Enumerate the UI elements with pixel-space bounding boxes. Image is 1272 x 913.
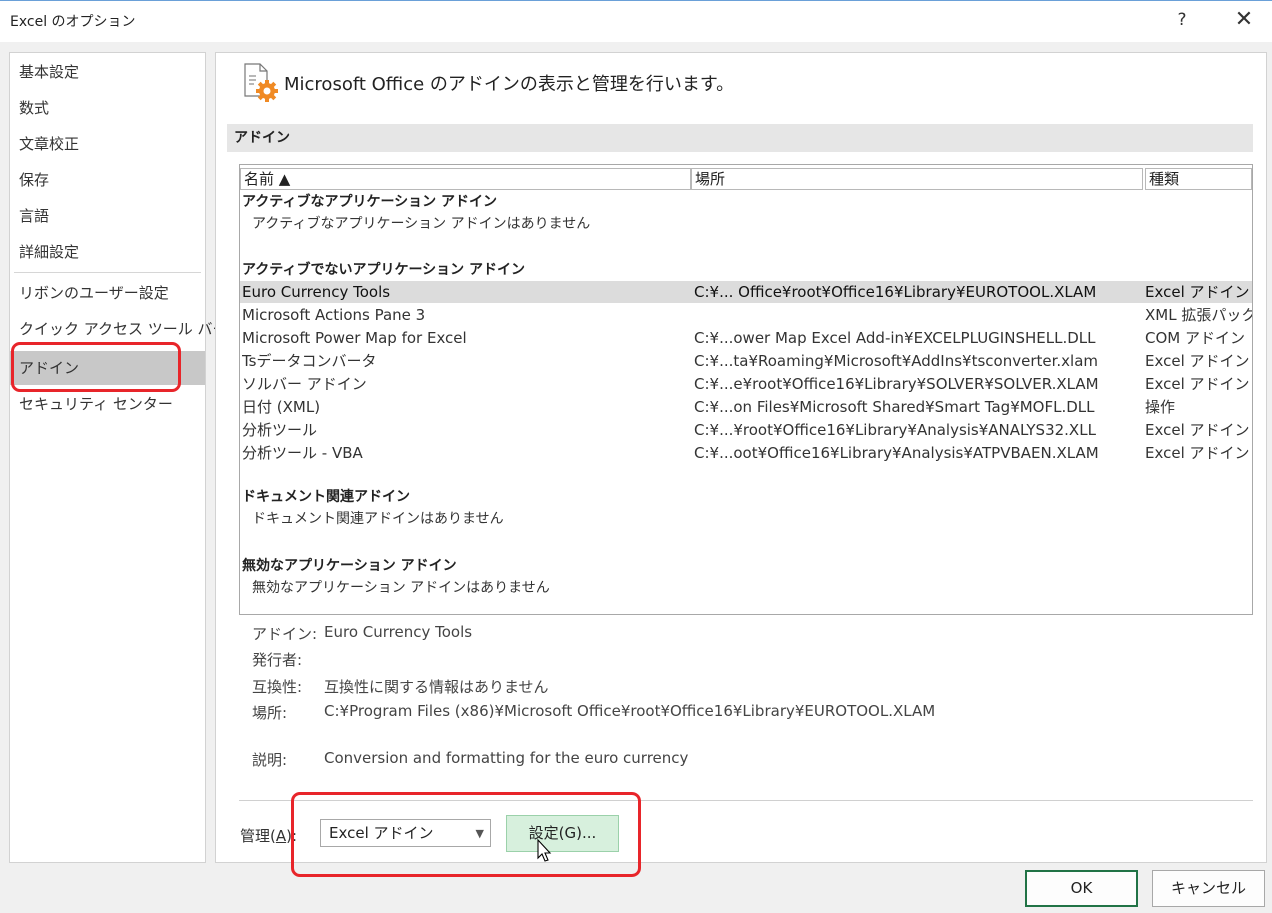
sidebar-item-general[interactable]: 基本設定	[10, 55, 205, 89]
manage-label: 管理(A):	[240, 825, 297, 846]
group-heading-disabled: 無効なアプリケーション アドイン	[242, 558, 457, 574]
go-settings-button[interactable]: 設定(G)...	[506, 815, 619, 852]
row-name: Tsデータコンバータ	[242, 352, 377, 370]
addins-list[interactable]: 名前 ▲ 場所 種類 アクティブなアプリケーション アドイン アクティブなアプリ…	[239, 164, 1253, 615]
table-row[interactable]: 日付 (XML) C:¥...on Files¥Microsoft Shared…	[240, 396, 1252, 418]
row-location: C:¥... Office¥root¥Office16¥Library¥EURO…	[694, 283, 1097, 301]
row-location: C:¥...ta¥Roaming¥Microsoft¥AddIns¥tsconv…	[694, 352, 1099, 370]
row-type: Excel アドイン	[1145, 283, 1250, 301]
column-header-location[interactable]: 場所	[691, 168, 1143, 190]
table-row[interactable]: 分析ツール - VBA C:¥...oot¥Office16¥Library¥A…	[240, 442, 1252, 464]
sidebar-item-advanced[interactable]: 詳細設定	[10, 235, 205, 269]
row-type: Excel アドイン	[1145, 444, 1250, 462]
row-name: ソルバー アドイン	[242, 375, 367, 393]
sidebar-item-formulas[interactable]: 数式	[10, 91, 205, 125]
row-name: Microsoft Actions Pane 3	[242, 306, 426, 324]
group-heading-active: アクティブなアプリケーション アドイン	[242, 194, 498, 210]
detail-description-label: 説明:	[252, 751, 288, 769]
cancel-button[interactable]: キャンセル	[1152, 870, 1265, 907]
row-location: C:¥...ower Map Excel Add-in¥EXCELPLUGINS…	[694, 329, 1096, 347]
detail-publisher-label: 発行者:	[252, 651, 303, 669]
addin-settings-icon	[244, 63, 278, 102]
ok-button[interactable]: OK	[1025, 870, 1138, 907]
row-type: Excel アドイン	[1145, 375, 1250, 393]
detail-description-value: Conversion and formatting for the euro c…	[324, 749, 689, 767]
row-name: Microsoft Power Map for Excel	[242, 329, 467, 347]
manage-select-value: Excel アドイン	[329, 824, 434, 842]
detail-location-value: C:¥Program Files (x86)¥Microsoft Office¥…	[324, 702, 936, 720]
group-heading-inactive: アクティブでないアプリケーション アドイン	[242, 262, 526, 278]
table-row[interactable]: Microsoft Actions Pane 3 XML 拡張パック	[240, 304, 1252, 326]
detail-addin-label: アドイン:	[252, 625, 318, 643]
row-type: XML 拡張パック	[1145, 306, 1252, 324]
section-title-addins: アドイン	[227, 124, 1253, 152]
manage-divider	[239, 800, 1253, 801]
manage-label-accesskey: A	[275, 827, 287, 845]
row-type: 操作	[1145, 398, 1176, 416]
manage-label-prefix: 管理(	[240, 827, 276, 845]
page-heading: Microsoft Office のアドインの表示と管理を行います。	[284, 74, 735, 95]
chevron-down-icon: ▼	[475, 827, 484, 840]
table-row[interactable]: ソルバー アドイン C:¥...e¥root¥Office16¥Library¥…	[240, 373, 1252, 395]
column-header-type[interactable]: 種類	[1145, 168, 1252, 190]
row-type: Excel アドイン	[1145, 421, 1250, 439]
detail-addin-value: Euro Currency Tools	[324, 623, 473, 641]
sidebar-item-quick-access-toolbar[interactable]: クイック アクセス ツール バー	[10, 312, 228, 346]
title-bar: Excel のオプション ? ✕	[0, 0, 1272, 42]
group-heading-document: ドキュメント関連アドイン	[242, 489, 410, 505]
close-button[interactable]: ✕	[1232, 7, 1256, 33]
row-name: Euro Currency Tools	[242, 283, 391, 301]
table-row[interactable]: 分析ツール C:¥...¥root¥Office16¥Library¥Analy…	[240, 419, 1252, 441]
sidebar-item-trust-center[interactable]: セキュリティ センター	[10, 387, 205, 421]
detail-location-label: 場所:	[252, 704, 288, 722]
manage-select[interactable]: Excel アドイン ▼	[320, 819, 491, 847]
row-location: C:¥...e¥root¥Office16¥Library¥SOLVER¥SOL…	[694, 375, 1099, 393]
row-location: C:¥...on Files¥Microsoft Shared¥Smart Ta…	[694, 398, 1095, 416]
group-empty-document: ドキュメント関連アドインはありません	[252, 511, 504, 527]
table-row[interactable]: Tsデータコンバータ C:¥...ta¥Roaming¥Microsoft¥Ad…	[240, 350, 1252, 372]
options-sidebar: 基本設定 数式 文章校正 保存 言語 詳細設定 リボンのユーザー設定 クイック …	[9, 52, 228, 863]
row-name: 分析ツール - VBA	[242, 444, 363, 462]
table-row[interactable]: Euro Currency Tools C:¥... Office¥root¥O…	[240, 281, 1252, 303]
group-empty-active: アクティブなアプリケーション アドインはありません	[252, 216, 591, 232]
detail-compat-value: 互換性に関する情報はありません	[324, 678, 549, 696]
manage-label-suffix: ):	[286, 827, 298, 845]
row-name: 分析ツール	[242, 421, 318, 439]
row-name: 日付 (XML)	[242, 398, 321, 416]
column-header-name[interactable]: 名前 ▲	[240, 168, 691, 190]
help-button[interactable]: ?	[1172, 7, 1192, 33]
row-location: C:¥...¥root¥Office16¥Library¥Analysis¥AN…	[694, 421, 1096, 439]
sidebar-item-addins[interactable]: アドイン	[10, 351, 205, 385]
row-location: C:¥...oot¥Office16¥Library¥Analysis¥ATPV…	[694, 444, 1099, 462]
table-row[interactable]: Microsoft Power Map for Excel C:¥...ower…	[240, 327, 1252, 349]
sidebar-item-save[interactable]: 保存	[10, 163, 205, 197]
row-type: COM アドイン	[1145, 329, 1245, 347]
mouse-pointer-icon	[537, 838, 552, 862]
sidebar-item-language[interactable]: 言語	[10, 199, 205, 233]
sidebar-divider	[14, 272, 201, 273]
sidebar-item-customize-ribbon[interactable]: リボンのユーザー設定	[10, 276, 205, 310]
row-type: Excel アドイン	[1145, 352, 1250, 370]
window-title: Excel のオプション	[10, 14, 136, 30]
detail-compat-label: 互換性:	[252, 678, 303, 696]
group-empty-disabled: 無効なアプリケーション アドインはありません	[252, 580, 550, 596]
sidebar-item-proofing[interactable]: 文章校正	[10, 127, 205, 161]
